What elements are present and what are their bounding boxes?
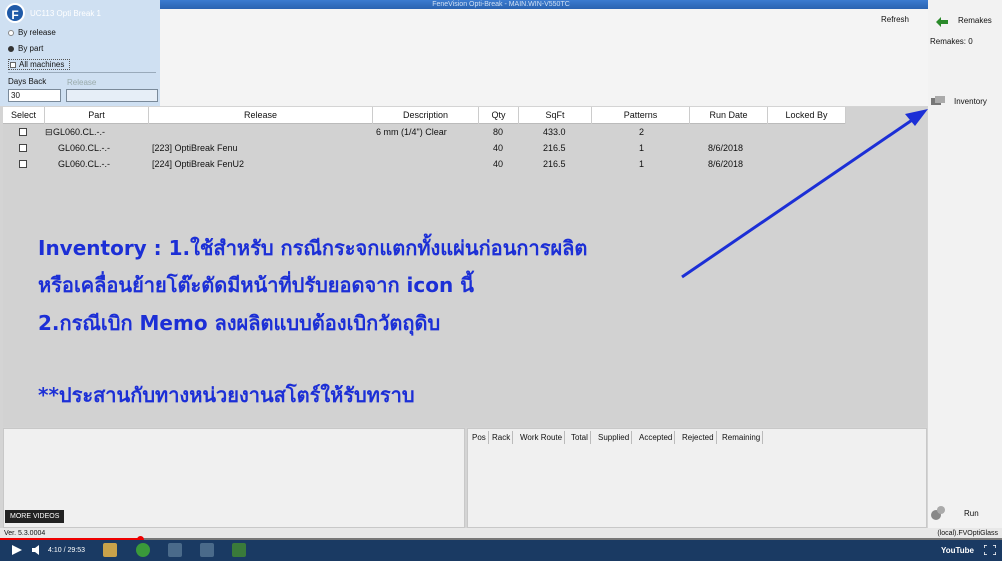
column-header[interactable]: SqFt [519, 107, 592, 124]
more-videos-button[interactable]: MORE VIDEOS [5, 510, 65, 523]
cell-qty: 40 [493, 159, 504, 169]
column-header[interactable]: Rejected [680, 431, 717, 444]
expander-icon[interactable]: ⊟ [45, 124, 53, 140]
remakes-label: Remakes [958, 15, 992, 25]
radio-label: By part [18, 44, 44, 53]
lower-grid: Pos Rack Work Route Total Supplied Accep… [467, 428, 927, 528]
video-time: 4:10 / 29:53 [48, 547, 85, 554]
version-text: Ver. 5.3.0004 [4, 530, 46, 537]
server-text: (local).FVOptiGlass [937, 530, 998, 537]
table-row[interactable]: GL060.CL.-.- [224] OptiBreak FenU2 40 21… [3, 156, 846, 172]
annotation-line-1: Inventory : 1.ใช้สำหรับ กรณีกระจกแตกทั้ง… [38, 236, 588, 260]
release-input[interactable] [66, 89, 158, 102]
column-header[interactable]: Release [149, 107, 373, 124]
all-machines-checkbox[interactable]: All machines [8, 59, 70, 70]
cell-sqft: 433.0 [543, 127, 566, 137]
lower-left-panel [3, 428, 465, 528]
grid-header: Select Part Release Description Qty SqFt… [3, 107, 846, 124]
cell-qty: 80 [493, 127, 504, 137]
checkbox-box [10, 61, 16, 68]
column-header[interactable]: Description [373, 107, 479, 124]
toolbar-area [160, 9, 928, 106]
remakes-icon [936, 17, 948, 27]
refresh-button[interactable]: Refresh [870, 13, 920, 27]
cell-patterns: 1 [639, 159, 645, 169]
cell-patterns: 1 [639, 143, 645, 153]
volume-icon[interactable] [32, 545, 44, 555]
cell-part: GL060.CL.-.- [58, 143, 111, 153]
play-icon[interactable] [12, 545, 24, 555]
radio-by-part[interactable]: By part [8, 44, 43, 53]
fullscreen-icon[interactable] [984, 545, 996, 555]
annotation-line-3: 2.กรณีเบิก Memo ลงผลิตแบบต้องเบิกวัตถุดิ… [38, 311, 441, 335]
app-title: UC113 Opti Break 1 [30, 9, 101, 18]
column-header[interactable]: Accepted [637, 431, 676, 444]
cell-run-date: 8/6/2018 [708, 159, 744, 169]
column-header[interactable]: Select [3, 107, 45, 124]
column-header[interactable]: Remaining [720, 431, 764, 444]
youtube-logo[interactable]: YouTube [941, 546, 974, 555]
annotation-line-2: หรือเคลื่อนย้ายโต๊ะตัดมีหน้าที่ปรับยอดจา… [38, 273, 474, 297]
cell-release: [223] OptiBreak Fenu [152, 143, 238, 153]
radio-by-release[interactable]: By release [8, 28, 56, 37]
column-header[interactable]: Supplied [596, 431, 633, 444]
app-icon[interactable] [200, 543, 214, 557]
table-row[interactable]: ⊟ GL060.CL.-.- 6 mm (1/4") Clear 80 433.… [3, 124, 846, 140]
chrome-icon[interactable] [136, 543, 150, 557]
column-header[interactable]: Run Date [690, 107, 768, 124]
column-header[interactable]: Pos [470, 431, 489, 444]
cell-description: 6 mm (1/4") Clear [376, 127, 447, 137]
run-button[interactable]: Run [930, 505, 979, 521]
column-header[interactable]: Locked By [768, 107, 846, 124]
cell-release: [224] OptiBreak FenU2 [152, 159, 245, 169]
cell-patterns: 2 [639, 127, 645, 137]
row-select-checkbox[interactable] [19, 160, 27, 168]
column-header[interactable]: Rack [490, 431, 514, 444]
cell-qty: 40 [493, 143, 504, 153]
column-header[interactable]: Part [45, 107, 149, 124]
column-header[interactable]: Total [569, 431, 591, 444]
cell-part: GL060.CL.-.- [53, 127, 106, 137]
app-icon[interactable] [232, 543, 246, 557]
row-select-checkbox[interactable] [19, 144, 27, 152]
remakes-button[interactable]: Remakes [934, 13, 992, 27]
player-controls: 4:10 / 29:53 YouTube [0, 540, 1002, 561]
days-back-input[interactable]: 30 [8, 89, 61, 102]
radio-label: By release [18, 28, 56, 37]
inventory-icon [931, 96, 945, 105]
release-label: Release [67, 78, 97, 87]
radio-dot [8, 45, 14, 52]
column-header[interactable]: Patterns [592, 107, 690, 124]
remakes-count: Remakes: 0 [930, 37, 973, 46]
table-row[interactable]: GL060.CL.-.- [223] OptiBreak Fenu 40 216… [3, 140, 846, 156]
checkbox-label: All machines [19, 60, 65, 69]
gears-icon [931, 506, 945, 520]
column-header[interactable]: Work Route [518, 431, 566, 444]
cell-run-date: 8/6/2018 [708, 143, 744, 153]
cell-sqft: 216.5 [543, 159, 566, 169]
row-select-checkbox[interactable] [19, 128, 27, 136]
inventory-button[interactable]: Inventory [930, 95, 987, 107]
radio-dot [8, 29, 14, 36]
cell-sqft: 216.5 [543, 143, 566, 153]
days-back-label: Days Back [8, 77, 47, 86]
folder-icon[interactable] [103, 543, 117, 557]
inventory-label: Inventory [954, 96, 987, 106]
annotation-line-4: **ประสานกับทางหน่วยงานสโตร์ให้รับทราบ [38, 383, 415, 407]
run-label: Run [964, 508, 979, 518]
app-icon[interactable] [168, 543, 182, 557]
app-logo-icon: F [5, 3, 25, 23]
column-header[interactable]: Qty [479, 107, 519, 124]
right-panel: Remakes Remakes: 0 Inventory Run [928, 0, 1002, 540]
divider [8, 72, 156, 73]
cell-part: GL060.CL.-.- [58, 159, 111, 169]
